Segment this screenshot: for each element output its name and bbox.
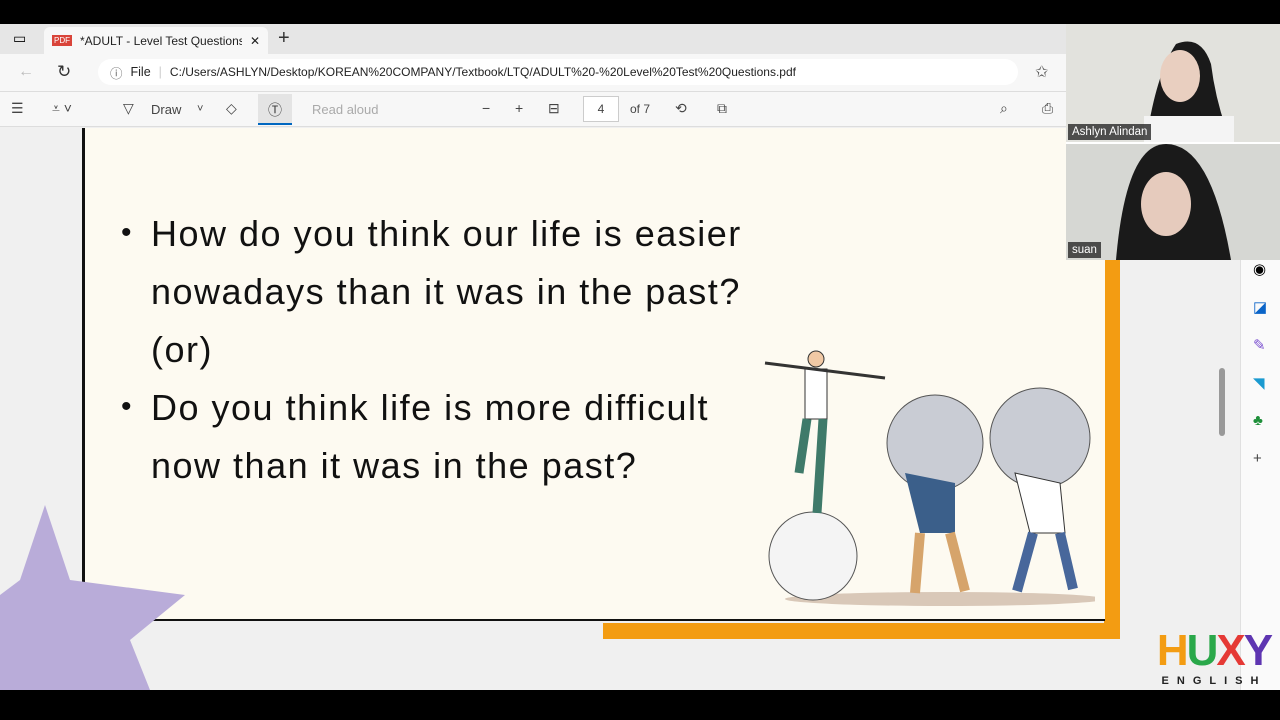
or-text: (or) [151, 329, 213, 370]
participant-name: Ashlyn Alindan [1068, 124, 1152, 140]
back-icon[interactable]: ← [18, 63, 34, 81]
draw-button[interactable]: Draw [151, 102, 181, 117]
fit-page-icon[interactable]: ⊟ [548, 100, 560, 117]
slide-page: • How do you think our life is easier no… [82, 128, 1105, 621]
refresh-icon[interactable]: ↻ [57, 62, 71, 82]
eraser-icon[interactable]: ◇ [226, 100, 237, 117]
rotate-icon[interactable]: ⟲ [675, 100, 687, 117]
file-label: File [130, 65, 151, 79]
url-text: C:/Users/ASHLYN/Desktop/KOREAN%20COMPANY… [169, 65, 796, 79]
huxy-logo: HUXY ENGLISH [1152, 628, 1276, 688]
bullet: • [121, 390, 132, 423]
text-icon[interactable]: Ⓣ [258, 94, 292, 125]
logo-subtitle: ENGLISH [1161, 675, 1267, 687]
close-tab-icon[interactable]: ✕ [250, 34, 260, 48]
outlook-icon[interactable]: ◪ [1253, 298, 1267, 316]
drop-icon[interactable]: ◥ [1253, 374, 1265, 392]
starfish-mascot-icon [0, 505, 185, 690]
tab-title: *ADULT - Level Test Questions.pdf [80, 33, 242, 48]
contents-icon[interactable]: ☰ [11, 100, 24, 117]
question-1-line-1: How do you think our life is easier [151, 213, 742, 254]
page-number-input[interactable]: 4 [583, 96, 619, 122]
video-tile-ashlyn: Ashlyn Alindan [1066, 24, 1280, 142]
print-icon[interactable]: ⎙ [1042, 100, 1053, 117]
highlight-icon[interactable]: ⩡ ˅ [52, 100, 72, 117]
pdf-icon: PDF [52, 35, 72, 46]
new-tab-button[interactable]: + [278, 27, 290, 50]
page-view-icon[interactable]: ⧉ [717, 100, 727, 117]
bullet: • [121, 216, 132, 249]
page-total: of 7 [630, 102, 651, 116]
read-aloud-button[interactable]: Read aloud [312, 102, 379, 117]
tab-actions-icon[interactable]: ▭ [13, 30, 26, 47]
video-tile-suan: suan [1066, 142, 1280, 260]
scrollbar[interactable] [1219, 368, 1225, 436]
add-icon[interactable]: + [1253, 450, 1262, 467]
question-2-line-1: Do you think life is more difficult [151, 387, 710, 428]
zoom-out-icon[interactable]: − [482, 100, 490, 116]
info-icon: ⓘ [110, 66, 123, 81]
tree-icon[interactable]: ♣ [1253, 412, 1263, 429]
designer-icon[interactable]: ✎ [1253, 336, 1266, 354]
search-icon[interactable]: ⌕ [1000, 100, 1008, 117]
illustration-people-balancing [764, 350, 1095, 606]
url-field[interactable]: ⓘ File | C:/Users/ASHLYN/Desktop/KOREAN%… [98, 59, 1018, 85]
zoom-in-icon[interactable]: + [515, 100, 523, 116]
pdf-toolbar: ☰ ⩡ ˅ ▽ Draw ˅ ◇ Ⓣ Read aloud − + ⊟ 4 of… [0, 92, 1066, 127]
question-1-line-2: nowadays than it was in the past? [151, 271, 741, 312]
draw-icon[interactable]: ▽ [123, 100, 134, 117]
participant-name: suan [1068, 242, 1101, 258]
draw-chevron-icon[interactable]: ˅ [197, 103, 203, 115]
copilot-icon[interactable]: ◉ [1253, 260, 1266, 278]
favorites-icon[interactable]: ✩ [1035, 62, 1048, 82]
tab-pdf[interactable]: PDF *ADULT - Level Test Questions.pdf ✕ [44, 27, 268, 54]
question-2-line-2: now than it was in the past? [151, 445, 638, 486]
